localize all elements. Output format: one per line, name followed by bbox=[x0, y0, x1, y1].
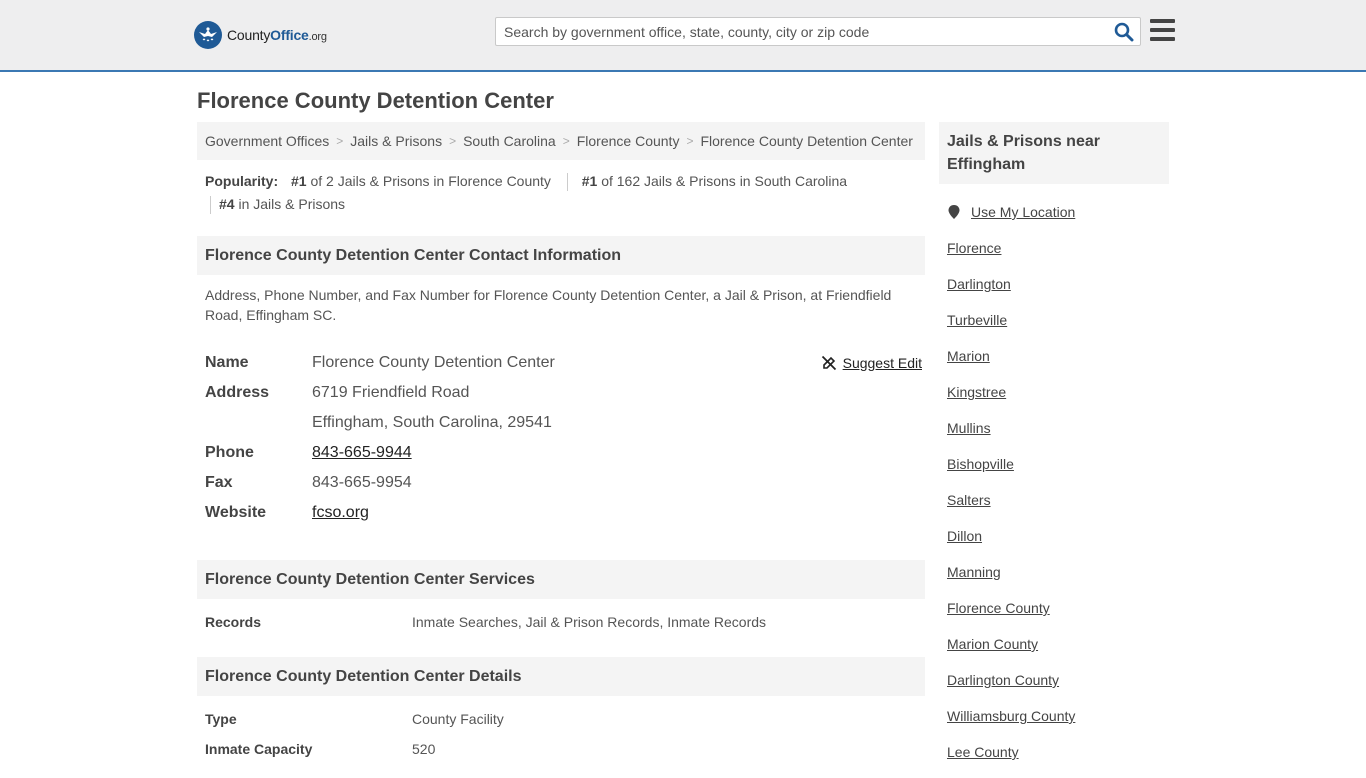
services-list: Records Inmate Searches, Jail & Prison R… bbox=[197, 599, 925, 657]
list-item: Salters bbox=[947, 490, 1169, 526]
nearby-link-marion[interactable]: Marion bbox=[947, 348, 990, 364]
nearby-link-turbeville[interactable]: Turbeville bbox=[947, 312, 1007, 328]
nearby-link-darlington[interactable]: Darlington bbox=[947, 276, 1011, 292]
page-title: Florence County Detention Center bbox=[197, 88, 554, 113]
list-item: Marion County bbox=[947, 634, 1169, 670]
address-line-2: Effingham, South Carolina, 29541 bbox=[312, 414, 552, 431]
address-row-2: Effingham, South Carolina, 29541 bbox=[197, 408, 925, 438]
nearby-link-bishopville[interactable]: Bishopville bbox=[947, 456, 1014, 472]
fax-row: Fax 843-665-9954 bbox=[197, 468, 925, 498]
logo-text: CountyOffice.org bbox=[227, 27, 327, 43]
type-row: Type County Facility bbox=[197, 704, 925, 734]
list-item: Florence County bbox=[947, 598, 1169, 634]
search-input[interactable] bbox=[496, 18, 1106, 45]
list-item: Dillon bbox=[947, 526, 1169, 562]
list-item: Lee County bbox=[947, 742, 1169, 778]
capacity-label: Inmate Capacity bbox=[205, 741, 313, 757]
nearby-link-williamsburg-county[interactable]: Williamsburg County bbox=[947, 708, 1075, 724]
capacity-value: 520 bbox=[412, 741, 436, 757]
map-pin-icon bbox=[948, 205, 960, 219]
contact-description: Address, Phone Number, and Fax Number fo… bbox=[205, 287, 892, 323]
nearby-link-lee-county[interactable]: Lee County bbox=[947, 744, 1019, 760]
details-list: Type County Facility Inmate Capacity 520 bbox=[197, 696, 925, 764]
list-item: Darlington bbox=[947, 274, 1169, 310]
nearby-link-manning[interactable]: Manning bbox=[947, 564, 1001, 580]
breadcrumb-south-carolina[interactable]: South Carolina bbox=[463, 133, 556, 149]
list-item: Bishopville bbox=[947, 454, 1169, 490]
use-location[interactable]: Use My Location bbox=[939, 202, 1169, 222]
fax-label: Fax bbox=[205, 474, 233, 491]
breadcrumb: Government Offices > Jails & Prisons > S… bbox=[197, 122, 925, 160]
list-item: Florence bbox=[947, 238, 1169, 274]
popularity-label: Popularity: bbox=[205, 173, 279, 189]
popularity-rank-state: #1 of 162 Jails & Prisons in South Carol… bbox=[581, 173, 848, 189]
suggest-edit-link[interactable]: Suggest Edit bbox=[843, 348, 922, 378]
website-row: Website fcso.org bbox=[197, 498, 925, 528]
popularity-rank-national: #4 in Jails & Prisons bbox=[219, 196, 346, 212]
eagle-seal-icon bbox=[194, 21, 222, 49]
breadcrumb-jails-prisons[interactable]: Jails & Prisons bbox=[350, 133, 442, 149]
nearby-link-kingstree[interactable]: Kingstree bbox=[947, 384, 1006, 400]
phone-row: Phone 843-665-9944 bbox=[197, 438, 925, 468]
sidebar-heading: Jails & Prisons near Effingham bbox=[939, 122, 1169, 184]
list-item: Darlington County bbox=[947, 670, 1169, 706]
phone-label: Phone bbox=[205, 444, 254, 461]
website-link[interactable]: fcso.org bbox=[312, 504, 369, 521]
use-location-link[interactable]: Use My Location bbox=[971, 204, 1075, 220]
contact-section-heading: Florence County Detention Center Contact… bbox=[197, 236, 925, 275]
fax-value: 843-665-9954 bbox=[312, 474, 412, 491]
records-label: Records bbox=[205, 614, 262, 630]
nearby-link-mullins[interactable]: Mullins bbox=[947, 420, 991, 436]
nearby-list: Florence Darlington Turbeville Marion Ki… bbox=[939, 238, 1169, 778]
nearby-link-darlington-county[interactable]: Darlington County bbox=[947, 672, 1059, 688]
divider bbox=[210, 196, 211, 215]
breadcrumb-current: Florence County Detention Center bbox=[700, 133, 913, 149]
nearby-link-salters[interactable]: Salters bbox=[947, 492, 991, 508]
suggest-edit[interactable]: Suggest Edit bbox=[821, 348, 922, 378]
name-value: Florence County Detention Center bbox=[312, 354, 555, 371]
phone-link[interactable]: 843-665-9944 bbox=[312, 444, 412, 461]
list-item: Manning bbox=[947, 562, 1169, 598]
list-item: Marion bbox=[947, 346, 1169, 382]
list-item: Turbeville bbox=[947, 310, 1169, 346]
nearby-link-dillon[interactable]: Dillon bbox=[947, 528, 982, 544]
chevron-right-icon: > bbox=[562, 134, 570, 148]
capacity-row: Inmate Capacity 520 bbox=[197, 734, 925, 764]
edit-off-icon bbox=[821, 355, 836, 371]
address-line-1: 6719 Friendfield Road bbox=[312, 384, 470, 401]
services-section-heading: Florence County Detention Center Service… bbox=[197, 560, 925, 599]
name-row: Name Florence County Detention Center Su… bbox=[197, 348, 925, 378]
type-label: Type bbox=[205, 711, 237, 727]
chevron-right-icon: > bbox=[449, 134, 457, 148]
search-box bbox=[495, 17, 1141, 46]
records-value: Inmate Searches, Jail & Prison Records, … bbox=[412, 614, 767, 630]
nearby-link-marion-county[interactable]: Marion County bbox=[947, 636, 1038, 652]
search-icon[interactable] bbox=[1114, 22, 1134, 42]
type-value: County Facility bbox=[412, 711, 504, 727]
breadcrumb-florence-county[interactable]: Florence County bbox=[577, 133, 680, 149]
breadcrumb-government-offices[interactable]: Government Offices bbox=[205, 133, 329, 149]
list-item: Mullins bbox=[947, 418, 1169, 454]
popularity-rankings: Popularity: #1 of 2 Jails & Prisons in F… bbox=[197, 160, 925, 236]
main-content: Government Offices > Jails & Prisons > S… bbox=[197, 122, 925, 764]
chevron-right-icon: > bbox=[336, 134, 344, 148]
list-item: Kingstree bbox=[947, 382, 1169, 418]
divider bbox=[566, 173, 568, 192]
chevron-right-icon: > bbox=[686, 134, 694, 148]
details-section-heading: Florence County Detention Center Details bbox=[197, 657, 925, 696]
nearby-link-florence-county[interactable]: Florence County bbox=[947, 600, 1050, 616]
nearby-link-florence[interactable]: Florence bbox=[947, 240, 1001, 256]
sidebar: Jails & Prisons near Effingham Use My Lo… bbox=[939, 122, 1169, 778]
site-header: CountyOffice.org bbox=[0, 0, 1366, 72]
site-logo[interactable]: CountyOffice.org bbox=[194, 20, 327, 50]
hamburger-menu-icon[interactable] bbox=[1150, 19, 1175, 41]
address-label: Address bbox=[205, 384, 270, 401]
list-item: Williamsburg County bbox=[947, 706, 1169, 742]
popularity-rank-county: #1 of 2 Jails & Prisons in Florence Coun… bbox=[291, 173, 551, 189]
website-label: Website bbox=[205, 504, 267, 521]
contact-details: Name Florence County Detention Center Su… bbox=[197, 348, 925, 528]
records-row: Records Inmate Searches, Jail & Prison R… bbox=[197, 607, 925, 637]
address-row: Address 6719 Friendfield Road bbox=[197, 378, 925, 408]
name-label: Name bbox=[205, 354, 249, 371]
